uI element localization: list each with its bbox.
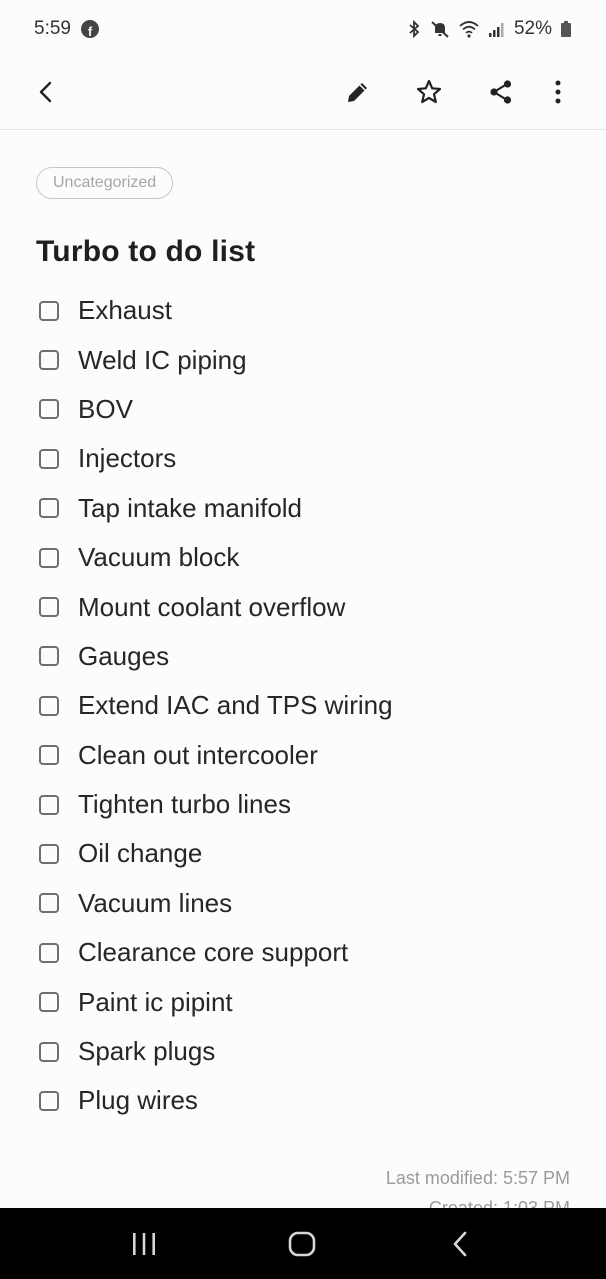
checkbox[interactable]: [39, 547, 59, 568]
note-title[interactable]: Turbo to do list: [36, 232, 255, 272]
share-button[interactable]: [479, 70, 523, 114]
pencil-icon: [348, 83, 367, 102]
checklist-item-text[interactable]: Injectors: [78, 443, 176, 474]
checklist-item: Injectors: [36, 434, 576, 483]
status-time: 5:59: [34, 18, 71, 39]
mute-icon: [431, 21, 449, 38]
checklist-item-text[interactable]: Gauges: [78, 641, 169, 672]
checklist-item: Gauges: [36, 632, 576, 681]
recent-apps-icon: [133, 1233, 155, 1255]
checklist-item-text[interactable]: Plug wires: [78, 1085, 198, 1116]
checklist-item: Clean out intercooler: [36, 731, 576, 780]
checklist-item: Paint ic pipint: [36, 977, 576, 1026]
more-vertical-icon: [555, 80, 561, 104]
navigation-bar: [0, 1208, 606, 1279]
back-arrow-icon: [39, 81, 52, 103]
last-modified-text: Last modified: 5:57 PM: [385, 1168, 570, 1188]
checklist-item-text[interactable]: Clearance core support: [78, 937, 348, 968]
battery-icon: [561, 21, 571, 37]
recent-apps-button[interactable]: [114, 1220, 174, 1268]
home-icon: [288, 1231, 316, 1257]
checklist-item: Exhaust: [36, 286, 576, 335]
star-icon: [416, 79, 442, 104]
checklist-item: Oil change: [36, 829, 576, 878]
checklist: Exhaust Weld IC piping BOV Injectors Tap int…: [36, 286, 576, 1126]
checkbox[interactable]: [39, 1041, 59, 1062]
checklist-item-text[interactable]: Tighten turbo lines: [78, 789, 291, 820]
checklist-item-text[interactable]: Spark plugs: [78, 1036, 215, 1067]
checkbox[interactable]: [39, 498, 59, 519]
signal-icon: [488, 23, 504, 37]
checkbox[interactable]: [39, 300, 59, 321]
checklist-item-text[interactable]: Oil change: [78, 838, 202, 869]
back-icon: [453, 1231, 467, 1257]
checklist-item: Weld IC piping: [36, 335, 576, 384]
checklist-item: Vacuum block: [36, 533, 576, 582]
checklist-item-text[interactable]: Vacuum lines: [78, 888, 232, 919]
checklist-item-text[interactable]: Extend IAC and TPS wiring: [78, 690, 393, 721]
more-options-button[interactable]: [536, 70, 580, 114]
checklist-item-text[interactable]: Weld IC piping: [78, 345, 247, 376]
checkbox[interactable]: [39, 843, 59, 864]
checklist-item-text[interactable]: Paint ic pipint: [78, 987, 233, 1018]
checklist-item: Clearance core support: [36, 928, 576, 977]
checkbox[interactable]: [39, 448, 59, 469]
back-button[interactable]: [24, 70, 68, 114]
checkbox[interactable]: [39, 893, 59, 914]
status-bar: 5:59 f 52%: [0, 0, 606, 58]
checkbox[interactable]: [39, 794, 59, 815]
wifi-icon: [459, 21, 479, 38]
category-chip[interactable]: Uncategorized: [36, 167, 174, 199]
nav-back-button[interactable]: [430, 1220, 490, 1268]
checkbox[interactable]: [39, 350, 59, 371]
checkbox[interactable]: [39, 745, 59, 766]
favorite-button[interactable]: [407, 70, 451, 114]
checklist-item-text[interactable]: Tap intake manifold: [78, 493, 302, 524]
checkbox[interactable]: [39, 646, 59, 667]
checkbox[interactable]: [39, 1090, 59, 1111]
checklist-item: Spark plugs: [36, 1027, 576, 1076]
status-right: 52%: [406, 18, 572, 40]
checkbox[interactable]: [39, 992, 59, 1013]
checkbox[interactable]: [39, 399, 59, 420]
checklist-item-text[interactable]: Mount coolant overflow: [78, 592, 345, 623]
checkbox[interactable]: [39, 695, 59, 716]
checkbox[interactable]: [39, 597, 59, 618]
bluetooth-icon: [409, 20, 420, 38]
note-toolbar: [0, 58, 606, 130]
checklist-item: Extend IAC and TPS wiring: [36, 681, 576, 730]
checklist-item: Tap intake manifold: [36, 484, 576, 533]
checklist-item: Mount coolant overflow: [36, 582, 576, 631]
checklist-item: Vacuum lines: [36, 879, 576, 928]
facebook-icon: f: [80, 20, 99, 38]
checklist-item-text[interactable]: Vacuum block: [78, 542, 239, 573]
checklist-item-text[interactable]: Clean out intercooler: [78, 740, 318, 771]
edit-button[interactable]: [336, 70, 380, 114]
checklist-item: BOV: [36, 385, 576, 434]
checklist-item-text[interactable]: Exhaust: [78, 295, 172, 326]
share-icon: [490, 80, 512, 104]
battery-percent: 52%: [513, 18, 552, 39]
checklist-item: Tighten turbo lines: [36, 780, 576, 829]
status-left: 5:59 f: [34, 18, 99, 40]
checklist-item: Plug wires: [36, 1076, 576, 1125]
checklist-item-text[interactable]: BOV: [78, 394, 133, 425]
home-button[interactable]: [272, 1220, 332, 1268]
checkbox[interactable]: [39, 942, 59, 963]
